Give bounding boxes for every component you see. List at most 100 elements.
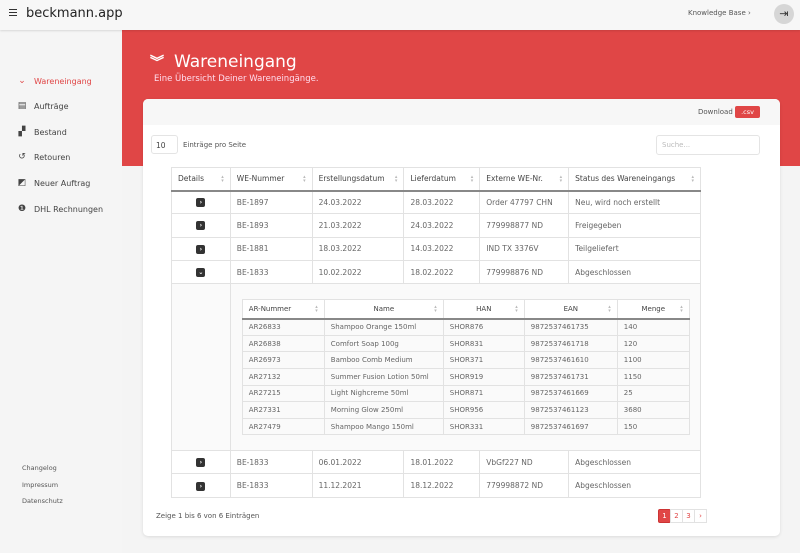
expand-chevron-icon[interactable]: ›: [196, 244, 206, 254]
pagination: 1 2 3 ›: [658, 509, 707, 523]
column-header-label: AR-Nummer: [248, 304, 292, 313]
sidebar-item-label: Aufträge: [34, 101, 69, 111]
search-input[interactable]: [656, 135, 760, 155]
article-cell: 1100: [616, 351, 690, 369]
article-cell: 9872537461735: [523, 318, 618, 336]
article-row: AR26838 Comfort Soap 100g SHOR831 987253746…: [241, 334, 690, 353]
expand-chevron-icon[interactable]: ›: [196, 198, 206, 208]
column-header[interactable]: Details ▴ ▾: [171, 167, 231, 192]
details-cell: ›: [171, 236, 231, 261]
sidebar-item-label: Neuer Auftrag: [34, 178, 91, 188]
sort-icon[interactable]: ▴ ▾: [680, 304, 683, 313]
sidebar-item-label: Wareneingang: [34, 76, 92, 86]
table-row: › BE-1897 24.03.2022 28.03.2022 Order 47797 …: [171, 189, 701, 215]
sort-icon[interactable]: ▴ ▾: [608, 304, 611, 313]
article-cell: 25: [616, 384, 690, 403]
footer-link-2[interactable]: Datenschutz: [22, 497, 63, 505]
brand-logo[interactable]: beckmann.app: [26, 6, 123, 21]
edit-icon: ◩: [17, 178, 27, 188]
sort-icon[interactable]: ▴ ▾: [303, 174, 306, 183]
column-header[interactable]: Menge ▴ ▾: [616, 299, 690, 320]
column-header-label: EAN: [563, 304, 579, 313]
entries-per-page-select[interactable]: 10: [151, 135, 178, 154]
table-cell: BE-1881: [229, 236, 313, 261]
sidebar-item-label: DHL Rechnungen: [34, 204, 104, 214]
expand-chevron-icon[interactable]: ›: [196, 481, 206, 491]
csv-download-button[interactable]: .csv: [735, 106, 760, 118]
column-header[interactable]: Status des Wareneingangs ▴ ▾: [568, 167, 701, 192]
table-cell: 779998877 ND: [479, 213, 570, 238]
article-row: AR27215 Light Nighcreme 50ml SHOR871 987253…: [241, 384, 690, 403]
article-cell: 140: [616, 318, 690, 336]
sidebar-item-neuer-auftrag[interactable]: ◩ Neuer Auftrag: [17, 178, 91, 188]
article-row: AR27479 Shampoo Mango 150ml SHOR331 9872537…: [241, 417, 690, 436]
column-header[interactable]: AR-Nummer ▴ ▾: [241, 299, 325, 320]
sidebar-item-label: Retouren: [34, 152, 71, 162]
footer-link-1[interactable]: Impressum: [22, 481, 58, 489]
article-cell: AR27331: [241, 401, 325, 419]
column-header-label: HAN: [476, 304, 492, 313]
sidebar-item-retouren[interactable]: ↺ Retouren: [17, 152, 70, 162]
sort-icon[interactable]: ▴ ▾: [560, 174, 563, 183]
article-cell: SHOR831: [442, 334, 525, 353]
knowledge-base-link[interactable]: Knowledge Base ›: [688, 9, 751, 17]
details-cell: ›: [171, 213, 231, 238]
inbound-table: Details ▴ ▾ WE-Nummer ▴ ▾ Erstellungsdatum ▴ ▾ Li…: [171, 167, 702, 498]
column-header[interactable]: EAN ▴ ▾: [523, 299, 618, 320]
article-cell: Morning Glow 250ml: [323, 401, 444, 419]
sort-icon[interactable]: ▴ ▾: [515, 304, 518, 313]
table-cell: 24.03.2022: [311, 189, 405, 215]
sort-icon[interactable]: ▴ ▾: [691, 174, 694, 183]
column-header-label: WE-Nummer: [236, 174, 285, 184]
table-cell: BE-1893: [229, 213, 313, 238]
download-label: Download: [698, 108, 733, 116]
sidebar-item-bestand[interactable]: ▞ Bestand: [17, 127, 67, 137]
expand-chevron-icon[interactable]: ›: [196, 458, 206, 468]
sidebar-item-wareneingang[interactable]: ⌄ Wareneingang: [17, 76, 92, 86]
column-header[interactable]: Erstellungsdatum ▴ ▾: [311, 167, 405, 192]
sort-icon[interactable]: ▴ ▾: [395, 174, 398, 183]
article-cell: SHOR331: [442, 417, 525, 436]
table-cell: Abgeschlossen: [568, 450, 701, 475]
logout-icon[interactable]: ⇥: [774, 4, 794, 24]
article-cell: Comfort Soap 100g: [323, 334, 444, 353]
sidebar-item-aufträge[interactable]: ▤ Aufträge: [17, 101, 69, 111]
collapse-chevron-icon[interactable]: ⌄: [196, 268, 206, 278]
column-header[interactable]: HAN ▴ ▾: [442, 299, 525, 320]
menu-icon[interactable]: [9, 9, 17, 16]
sort-icon[interactable]: ▴ ▾: [221, 174, 224, 183]
column-header[interactable]: Externe WE-Nr. ▴ ▾: [479, 167, 570, 192]
sort-icon[interactable]: ▴ ▾: [434, 304, 437, 313]
article-cell: 150: [616, 417, 690, 436]
next-page-button[interactable]: ›: [694, 509, 707, 523]
table-cell: Freigegeben: [568, 213, 701, 238]
details-cell: ›: [171, 450, 231, 475]
page-subtitle: Eine Übersicht Deiner Wareneingänge.: [154, 74, 319, 84]
details-cell: ›: [171, 473, 231, 498]
expand-chevron-icon[interactable]: ›: [196, 221, 206, 231]
boxes-icon: ▞: [18, 127, 26, 137]
card-toolbar: Download .csv: [143, 99, 780, 125]
sidebar-item-dhl-rechnungen[interactable]: ❶ DHL Rechnungen: [17, 204, 103, 214]
table-cell: 18.12.2022: [403, 473, 481, 498]
table-cell: 10.02.2022: [311, 259, 405, 285]
footer-link-0[interactable]: Changelog: [22, 464, 57, 472]
sort-icon[interactable]: ▴ ▾: [471, 174, 474, 183]
column-header-label: Externe WE-Nr.: [486, 174, 543, 184]
table-cell: 28.03.2022: [403, 189, 481, 215]
table-cell: 24.03.2022: [403, 213, 481, 238]
article-cell: Summer Fusion Lotion 50ml: [323, 367, 444, 386]
table-cell: Abgeschlossen: [568, 473, 701, 498]
table-cell: Order 47797 CHN: [479, 189, 570, 215]
column-header[interactable]: Lieferdatum ▴ ▾: [403, 167, 481, 192]
column-header[interactable]: WE-Nummer ▴ ▾: [229, 167, 313, 192]
column-header-label: Lieferdatum: [410, 174, 456, 184]
article-cell: 9872537461697: [523, 417, 618, 436]
article-cell: SHOR876: [442, 318, 525, 336]
article-cell: 3680: [616, 401, 690, 419]
column-header-label: Name: [373, 304, 395, 313]
sort-icon[interactable]: ▴ ▾: [315, 304, 318, 313]
table-row: › BE-1893 21.03.2022 24.03.2022 779998877 ND…: [171, 213, 701, 238]
column-header[interactable]: Name ▴ ▾: [323, 299, 444, 320]
details-cell: ⌄: [171, 259, 231, 285]
